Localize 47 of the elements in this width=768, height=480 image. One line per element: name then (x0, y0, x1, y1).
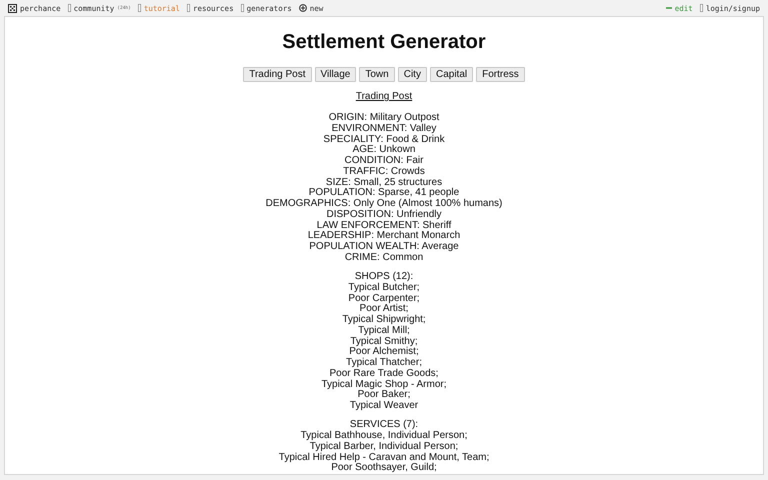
placeholder-icon (186, 4, 190, 12)
list-line: Typical Magic Shop - Armor; (321, 380, 447, 390)
settlement-type-button[interactable]: Capital (430, 67, 474, 82)
placeholder-icon (68, 4, 71, 12)
settlement-type-button[interactable]: Village (314, 67, 356, 82)
list-line: Typical Butcher; (348, 282, 420, 294)
list-line: Typical Mill; (358, 326, 410, 336)
settlement-type-button[interactable]: Town (359, 67, 395, 82)
detail-line: ENVIRONMENT: Valley (332, 124, 436, 134)
list-line: Typical Thatcher; (346, 358, 422, 368)
page-title: Settlement Generator (282, 31, 486, 54)
detail-line: CRIME: Common (344, 252, 424, 264)
list-line: Poor Rare Trade Goods; (330, 368, 438, 380)
dice-icon (8, 4, 17, 12)
list-line: Typical Weaver (350, 401, 418, 412)
plus-icon (298, 4, 307, 12)
detail-line: DISPOSITION: Unfriendly (326, 210, 442, 220)
detail-line: ORIGIN: Military Outpost (328, 113, 440, 124)
list-line: Typical Hired Help - Caravan and Mount, Team; (278, 452, 490, 462)
list-line: Typical Barber, Individual Person; (310, 442, 458, 452)
section-heading: SHOPS (12): (354, 272, 414, 282)
list-line: Typical Bathhouse, Individual Person; (300, 431, 468, 442)
detail-line: SPECIALITY: Food & Drink (323, 134, 445, 144)
placeholder-icon (700, 4, 703, 12)
list-line: Poor Baker; (358, 390, 410, 400)
result-heading: Trading Post (356, 91, 412, 102)
detail-line: SIZE: Small, 25 structures (326, 178, 442, 188)
detail-line: TRAFFIC: Crowds (343, 166, 425, 178)
detail-line: POPULATION WEALTH: Average (309, 242, 459, 253)
list-line: Poor Alchemist; (349, 347, 419, 358)
placeholder-icon (240, 4, 244, 12)
list-line: Typical Smithy; (350, 336, 418, 347)
detail-line: DEMOGRAPHICS: Only One (Almost 100% humans) (266, 199, 502, 210)
settlement-type-button[interactable]: City (398, 67, 427, 82)
detail-line: CONDITION: Fair (344, 156, 424, 166)
list-line: Poor Artist; (360, 304, 408, 314)
section-heading: SERVICES (7): (350, 420, 418, 430)
detail-line: LAW ENFORCEMENT: Sheriff (316, 220, 452, 230)
placeholder-icon (138, 4, 141, 12)
list-line: Typical Shipwright; (342, 315, 426, 326)
settlement-type-button[interactable]: Fortress (476, 67, 525, 82)
detail-line: AGE: Unkown (352, 145, 416, 156)
detail-line: LEADERSHIP: Merchant Monarch (308, 231, 460, 242)
list-line: Poor Carpenter; (348, 294, 420, 304)
detail-line: POPULATION: Sparse, 41 people (308, 188, 460, 198)
list-line: Poor Soothsayer, Guild; (331, 463, 437, 474)
settlement-type-button[interactable]: Trading Post (243, 67, 312, 82)
